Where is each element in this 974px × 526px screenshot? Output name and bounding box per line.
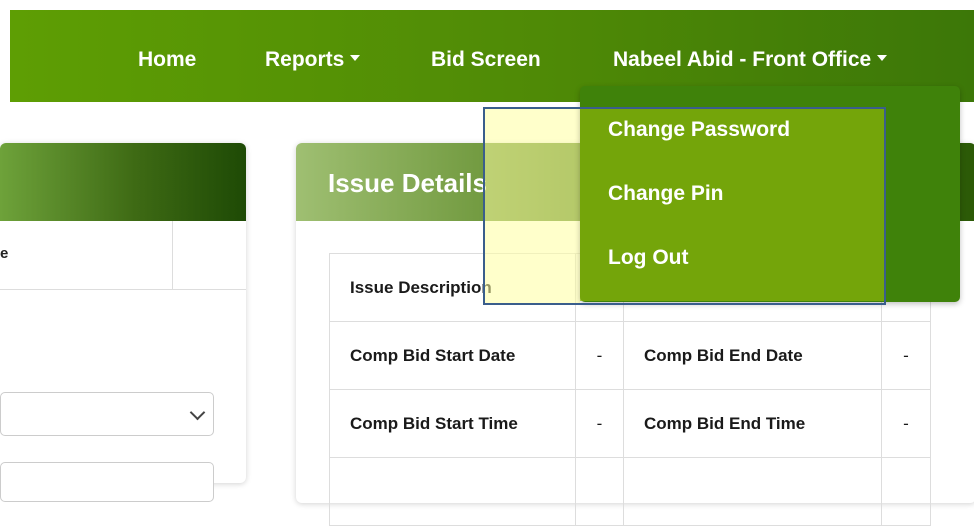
table-cell [329, 457, 576, 526]
caret-down-icon [877, 55, 888, 62]
table-cell [881, 457, 931, 526]
comp-bid-start-date-value: - [575, 321, 624, 390]
left-panel-table-row: e [0, 221, 246, 290]
comp-bid-end-time-label: Comp Bid End Time [623, 389, 882, 458]
issue-details-title: Issue Details [328, 168, 487, 198]
nav-reports[interactable]: Reports [265, 48, 361, 72]
comp-bid-end-date-value: - [881, 321, 931, 390]
nav-home[interactable]: Home [138, 48, 196, 72]
comp-bid-start-time-value: - [575, 389, 624, 458]
highlight-box [483, 107, 886, 305]
comp-bid-start-time-label: Comp Bid Start Time [329, 389, 576, 458]
table-row: Comp Bid Start Date - Comp Bid End Date … [329, 321, 931, 390]
table-cell [623, 457, 882, 526]
left-panel-input[interactable] [0, 462, 214, 502]
left-column-divider [172, 221, 173, 289]
nav-reports-label: Reports [265, 48, 345, 71]
comp-bid-end-time-value: - [881, 389, 931, 458]
nav-user-label: Nabeel Abid - Front Office [613, 48, 872, 71]
left-column-header: e [0, 245, 9, 262]
chevron-down-icon [189, 404, 206, 421]
table-cell [575, 457, 624, 526]
nav-user-menu[interactable]: Nabeel Abid - Front Office [613, 48, 888, 72]
caret-down-icon [350, 55, 361, 62]
comp-bid-end-date-label: Comp Bid End Date [623, 321, 882, 390]
comp-bid-start-date-label: Comp Bid Start Date [329, 321, 576, 390]
nav-bid-screen[interactable]: Bid Screen [431, 48, 541, 72]
left-panel-select[interactable] [0, 392, 214, 436]
table-row: Comp Bid Start Time - Comp Bid End Time … [329, 389, 931, 458]
left-panel-header [0, 143, 246, 221]
table-row [329, 457, 931, 526]
